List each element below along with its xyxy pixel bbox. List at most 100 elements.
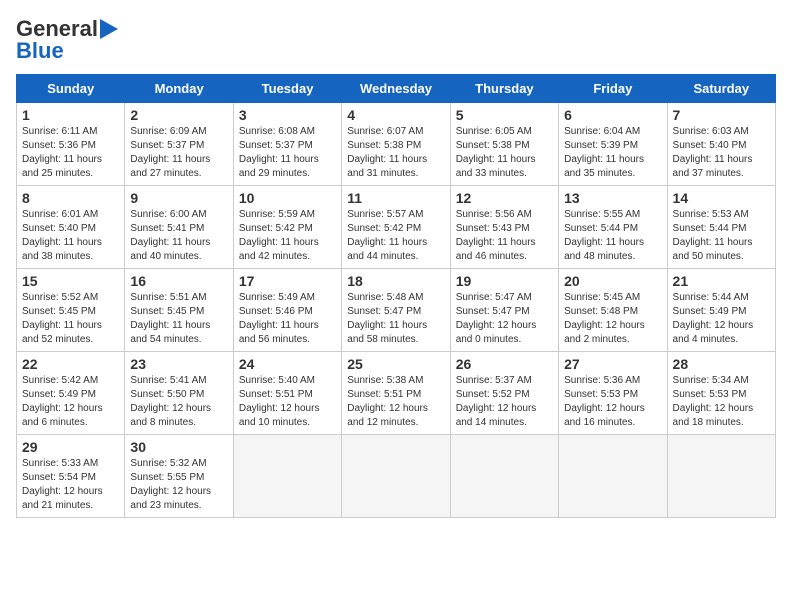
cell-info: Sunrise: 5:51 AMSunset: 5:45 PMDaylight:… (130, 291, 227, 347)
calendar-table: SundayMondayTuesdayWednesdayThursdayFrid… (16, 74, 776, 518)
logo-blue: Blue (16, 38, 64, 64)
calendar-cell (342, 435, 450, 518)
cell-day-number: 5 (456, 107, 553, 123)
header-day-tuesday: Tuesday (233, 75, 341, 103)
logo-arrow-icon (100, 19, 118, 39)
calendar-week-row: 8Sunrise: 6:01 AMSunset: 5:40 PMDaylight… (17, 186, 776, 269)
calendar-cell: 13 Sunrise: 5:55 AMSunset: 5:44 PMDayligh… (559, 186, 667, 269)
cell-info: Sunrise: 6:11 AMSunset: 5:36 PMDaylight:… (22, 125, 119, 181)
calendar-cell: 21 Sunrise: 5:44 AMSunset: 5:49 PMDayligh… (667, 269, 775, 352)
header-day-sunday: Sunday (17, 75, 125, 103)
calendar-cell: 19Sunrise: 5:47 AMSunset: 5:47 PMDayligh… (450, 269, 558, 352)
header-row: SundayMondayTuesdayWednesdayThursdayFrid… (17, 75, 776, 103)
cell-info: Sunrise: 5:32 AMSunset: 5:55 PMDaylight:… (130, 457, 227, 513)
cell-info: Sunrise: 5:48 AMSunset: 5:47 PMDaylight:… (347, 291, 444, 347)
cell-day-number: 8 (22, 190, 119, 206)
cell-info: Sunrise: 5:40 AMSunset: 5:51 PMDaylight:… (239, 374, 336, 430)
calendar-week-row: 15Sunrise: 5:52 AMSunset: 5:45 PMDayligh… (17, 269, 776, 352)
cell-info: Sunrise: 5:55 AMSunset: 5:44 PMDaylight:… (564, 208, 661, 264)
cell-info: Sunrise: 6:04 AMSunset: 5:39 PMDaylight:… (564, 125, 661, 181)
cell-day-number: 26 (456, 356, 553, 372)
cell-day-number: 13 (564, 190, 661, 206)
cell-day-number: 21 (673, 273, 770, 289)
calendar-cell: 2 Sunrise: 6:09 AMSunset: 5:37 PMDaylight… (125, 103, 233, 186)
cell-day-number: 6 (564, 107, 661, 123)
calendar-cell: 1Sunrise: 6:11 AMSunset: 5:36 PMDaylight… (17, 103, 125, 186)
cell-day-number: 16 (130, 273, 227, 289)
calendar-cell: 6 Sunrise: 6:04 AMSunset: 5:39 PMDaylight… (559, 103, 667, 186)
cell-day-number: 12 (456, 190, 553, 206)
cell-day-number: 10 (239, 190, 336, 206)
header-day-friday: Friday (559, 75, 667, 103)
cell-info: Sunrise: 6:09 AMSunset: 5:37 PMDaylight:… (130, 125, 227, 181)
cell-day-number: 22 (22, 356, 119, 372)
cell-info: Sunrise: 5:56 AMSunset: 5:43 PMDaylight:… (456, 208, 553, 264)
calendar-cell: 20 Sunrise: 5:45 AMSunset: 5:48 PMDayligh… (559, 269, 667, 352)
calendar-cell (559, 435, 667, 518)
cell-info: Sunrise: 5:41 AMSunset: 5:50 PMDaylight:… (130, 374, 227, 430)
cell-info: Sunrise: 5:42 AMSunset: 5:49 PMDaylight:… (22, 374, 119, 430)
calendar-week-row: 1Sunrise: 6:11 AMSunset: 5:36 PMDaylight… (17, 103, 776, 186)
cell-info: Sunrise: 6:08 AMSunset: 5:37 PMDaylight:… (239, 125, 336, 181)
calendar-cell: 27 Sunrise: 5:36 AMSunset: 5:53 PMDayligh… (559, 352, 667, 435)
cell-day-number: 27 (564, 356, 661, 372)
cell-day-number: 15 (22, 273, 119, 289)
cell-day-number: 19 (456, 273, 553, 289)
calendar-header: SundayMondayTuesdayWednesdayThursdayFrid… (17, 75, 776, 103)
calendar-week-row: 22 Sunrise: 5:42 AMSunset: 5:49 PMDayligh… (17, 352, 776, 435)
calendar-cell: 7 Sunrise: 6:03 AMSunset: 5:40 PMDaylight… (667, 103, 775, 186)
cell-day-number: 2 (130, 107, 227, 123)
cell-day-number: 24 (239, 356, 336, 372)
calendar-cell: 15Sunrise: 5:52 AMSunset: 5:45 PMDayligh… (17, 269, 125, 352)
cell-day-number: 9 (130, 190, 227, 206)
calendar-cell: 10 Sunrise: 5:59 AMSunset: 5:42 PMDayligh… (233, 186, 341, 269)
cell-info: Sunrise: 6:07 AMSunset: 5:38 PMDaylight:… (347, 125, 444, 181)
calendar-cell: 28Sunrise: 5:34 AMSunset: 5:53 PMDayligh… (667, 352, 775, 435)
cell-info: Sunrise: 5:49 AMSunset: 5:46 PMDaylight:… (239, 291, 336, 347)
cell-info: Sunrise: 5:34 AMSunset: 5:53 PMDaylight:… (673, 374, 770, 430)
cell-day-number: 25 (347, 356, 444, 372)
calendar-cell: 11Sunrise: 5:57 AMSunset: 5:42 PMDayligh… (342, 186, 450, 269)
calendar-cell (450, 435, 558, 518)
calendar-cell: 9 Sunrise: 6:00 AMSunset: 5:41 PMDaylight… (125, 186, 233, 269)
cell-day-number: 11 (347, 190, 444, 206)
cell-day-number: 23 (130, 356, 227, 372)
header-day-monday: Monday (125, 75, 233, 103)
calendar-cell: 24 Sunrise: 5:40 AMSunset: 5:51 PMDayligh… (233, 352, 341, 435)
cell-info: Sunrise: 6:00 AMSunset: 5:41 PMDaylight:… (130, 208, 227, 264)
cell-info: Sunrise: 5:38 AMSunset: 5:51 PMDaylight:… (347, 374, 444, 430)
cell-info: Sunrise: 5:37 AMSunset: 5:52 PMDaylight:… (456, 374, 553, 430)
cell-info: Sunrise: 6:05 AMSunset: 5:38 PMDaylight:… (456, 125, 553, 181)
calendar-cell: 18 Sunrise: 5:48 AMSunset: 5:47 PMDayligh… (342, 269, 450, 352)
cell-day-number: 7 (673, 107, 770, 123)
header-day-wednesday: Wednesday (342, 75, 450, 103)
cell-day-number: 20 (564, 273, 661, 289)
calendar-cell: 23 Sunrise: 5:41 AMSunset: 5:50 PMDayligh… (125, 352, 233, 435)
calendar-cell: 29 Sunrise: 5:33 AMSunset: 5:54 PMDayligh… (17, 435, 125, 518)
cell-info: Sunrise: 5:44 AMSunset: 5:49 PMDaylight:… (673, 291, 770, 347)
logo: General Blue (16, 16, 118, 64)
header-day-saturday: Saturday (667, 75, 775, 103)
cell-info: Sunrise: 5:45 AMSunset: 5:48 PMDaylight:… (564, 291, 661, 347)
cell-day-number: 29 (22, 439, 119, 455)
cell-day-number: 17 (239, 273, 336, 289)
cell-info: Sunrise: 6:03 AMSunset: 5:40 PMDaylight:… (673, 125, 770, 181)
calendar-body: 1Sunrise: 6:11 AMSunset: 5:36 PMDaylight… (17, 103, 776, 518)
calendar-cell: 3Sunrise: 6:08 AMSunset: 5:37 PMDaylight… (233, 103, 341, 186)
calendar-cell: 4 Sunrise: 6:07 AMSunset: 5:38 PMDaylight… (342, 103, 450, 186)
cell-info: Sunrise: 5:36 AMSunset: 5:53 PMDaylight:… (564, 374, 661, 430)
calendar-cell: 14Sunrise: 5:53 AMSunset: 5:44 PMDayligh… (667, 186, 775, 269)
calendar-cell: 8Sunrise: 6:01 AMSunset: 5:40 PMDaylight… (17, 186, 125, 269)
cell-day-number: 18 (347, 273, 444, 289)
cell-info: Sunrise: 5:33 AMSunset: 5:54 PMDaylight:… (22, 457, 119, 513)
calendar-cell: 17 Sunrise: 5:49 AMSunset: 5:46 PMDayligh… (233, 269, 341, 352)
cell-day-number: 4 (347, 107, 444, 123)
cell-day-number: 30 (130, 439, 227, 455)
calendar-cell: 22 Sunrise: 5:42 AMSunset: 5:49 PMDayligh… (17, 352, 125, 435)
cell-info: Sunrise: 5:59 AMSunset: 5:42 PMDaylight:… (239, 208, 336, 264)
calendar-cell (667, 435, 775, 518)
cell-info: Sunrise: 5:53 AMSunset: 5:44 PMDaylight:… (673, 208, 770, 264)
page-header: General Blue (16, 16, 776, 64)
calendar-cell (233, 435, 341, 518)
calendar-cell: 30 Sunrise: 5:32 AMSunset: 5:55 PMDayligh… (125, 435, 233, 518)
